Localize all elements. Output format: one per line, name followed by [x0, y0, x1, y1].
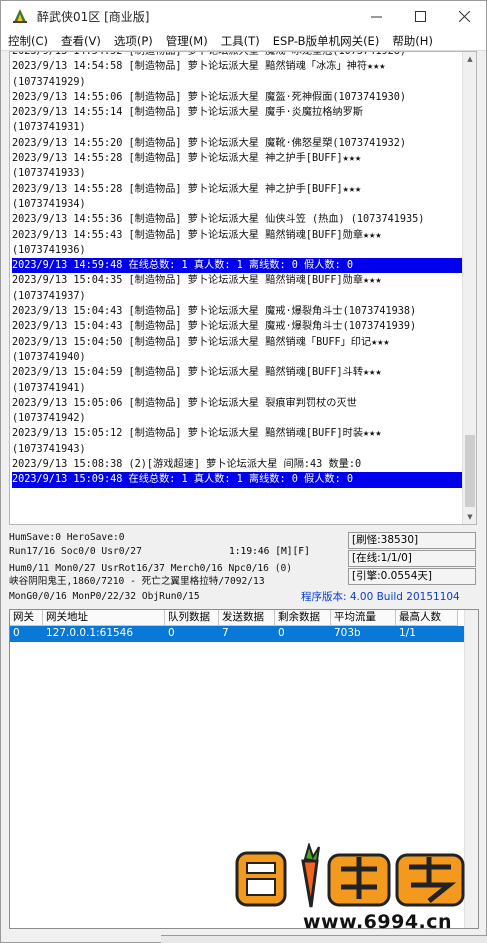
log-line[interactable]: 2023/9/13 15:04:35 [制造物品] 萝卜论坛派大星 黯然销魂[B… — [12, 273, 462, 288]
log-line[interactable]: (1073741931) — [12, 120, 462, 135]
log-line[interactable]: (1073741929) — [12, 75, 462, 90]
table-cell: 7 — [219, 626, 275, 642]
log-line-highlighted[interactable]: 2023/9/13 15:09:48 在线总数: 1 真人数: 1 离线数: 0… — [12, 472, 462, 488]
table-cell: 1/1 — [396, 626, 458, 642]
log-line[interactable]: 2023/9/13 14:55:28 [制造物品] 萝卜论坛派大星 神之护手[B… — [12, 151, 462, 166]
log-line[interactable]: 2023/9/13 14:55:28 [制造物品] 萝卜论坛派大星 神之护手[B… — [12, 182, 462, 197]
log-line[interactable]: 2023/9/13 14:55:20 [制造物品] 萝卜论坛派大星 魔靴·佛怒星… — [12, 136, 462, 151]
table-cell: 127.0.0.1:61546 — [43, 626, 165, 642]
log-lines: 2023/9/13 14:54:52 [制造物品] 萝卜论坛派大星 魔戒·冰龙皇… — [12, 52, 462, 488]
column-header[interactable]: 平均流量 — [331, 610, 396, 626]
log-line[interactable]: 2023/9/13 15:04:43 [制造物品] 萝卜论坛派大星 魔戒·爆裂角… — [12, 304, 462, 319]
column-header[interactable]: 网关 — [10, 610, 43, 626]
log-line[interactable]: 2023/9/13 15:04:43 [制造物品] 萝卜论坛派大星 魔戒·爆裂角… — [12, 319, 462, 334]
menu-view[interactable]: 查看(V) — [54, 33, 107, 49]
log-line-highlighted[interactable]: 2023/9/13 14:59:48 在线总数: 1 真人数: 1 离线数: 0… — [12, 258, 462, 274]
uptime-readout: 1:19:46 [M][F] — [229, 546, 310, 557]
log-line[interactable]: 2023/9/13 14:55:06 [制造物品] 萝卜论坛派大星 魔盔·死神假… — [12, 90, 462, 105]
log-line[interactable]: 2023/9/13 15:05:06 [制造物品] 萝卜论坛派大星 裂痕审判罚杖… — [12, 396, 462, 411]
log-line[interactable]: 2023/9/13 15:04:59 [制造物品] 萝卜论坛派大星 黯然销魂[B… — [12, 365, 462, 380]
log-line[interactable]: (1073741941) — [12, 381, 462, 396]
app-window: 醉武侠01区 [商业版] 控制(C) 查看(V) 选项(P) 管理(M) 工具(… — [0, 0, 487, 943]
log-line[interactable]: (1073741942) — [12, 411, 462, 426]
table-header: 网关 网关地址 队列数据 发送数据 剩余数据 平均流量 最高人数 — [10, 610, 478, 626]
online-count-box: [在线:1/1/0] — [348, 550, 476, 567]
table-cell: 0 — [165, 626, 219, 642]
log-panel[interactable]: 2023/9/13 14:54:52 [制造物品] 萝卜论坛派大星 魔戒·冰龙皇… — [9, 51, 477, 525]
scroll-down-icon[interactable]: ▼ — [463, 510, 476, 524]
scroll-up-icon[interactable]: ▲ — [463, 52, 476, 66]
menu-control[interactable]: 控制(C) — [1, 33, 54, 49]
table-cell: 0 — [10, 626, 43, 642]
log-line[interactable]: 2023/9/13 14:54:52 [制造物品] 萝卜论坛派大星 魔戒·冰龙皇… — [12, 52, 462, 59]
column-header[interactable]: 发送数据 — [219, 610, 275, 626]
log-scroll-thumb[interactable] — [465, 435, 475, 507]
column-header[interactable]: 剩余数据 — [275, 610, 331, 626]
table-row[interactable]: 0 127.0.0.1:61546 0 7 0 703b 1/1 — [10, 626, 478, 642]
maximize-icon[interactable] — [398, 1, 442, 31]
app-icon — [13, 9, 27, 23]
watermark-url: www.6994.cn — [303, 911, 453, 933]
log-line[interactable]: 2023/9/13 14:54:58 [制造物品] 萝卜论坛派大星 黯然销魂「冰… — [12, 59, 462, 74]
log-line[interactable]: 2023/9/13 15:05:12 [制造物品] 萝卜论坛派大星 黯然销魂[B… — [12, 426, 462, 441]
log-line[interactable]: 2023/9/13 14:55:43 [制造物品] 萝卜论坛派大星 黯然销魂[B… — [12, 228, 462, 243]
save-status: HumSave:0 HeroSave:0 — [9, 532, 125, 543]
column-header[interactable]: 网关地址 — [43, 610, 165, 626]
minimize-icon[interactable] — [354, 1, 398, 31]
menu-gateway[interactable]: ESP-B版单机网关(E) — [266, 33, 386, 49]
watermark-logo: www.6994.cn — [233, 841, 473, 939]
status-panel: HumSave:0 HeroSave:0 Run17/16 Soc0/0 Usr… — [9, 528, 479, 608]
log-line[interactable]: (1073741940) — [12, 350, 462, 365]
log-line[interactable]: (1073741936) — [12, 243, 462, 258]
thread-status: Hum0/11 Mon0/27 UsrRot16/37 Merch0/16 Np… — [9, 563, 293, 574]
menu-options[interactable]: 选项(P) — [107, 33, 159, 49]
menu-bar: 控制(C) 查看(V) 选项(P) 管理(M) 工具(T) ESP-B版单机网关… — [1, 31, 486, 51]
menu-manage[interactable]: 管理(M) — [159, 33, 214, 49]
window-title: 醉武侠01区 [商业版] — [37, 9, 150, 24]
column-header[interactable]: 队列数据 — [165, 610, 219, 626]
monster-group-status: MonG0/0/16 MonP0/22/32 ObjRun0/15 — [9, 591, 200, 602]
menu-tools[interactable]: 工具(T) — [214, 33, 266, 49]
version-label: 程序版本: 4.00 Build 20151104 — [301, 591, 460, 603]
column-header[interactable]: 最高人数 — [396, 610, 458, 626]
log-line[interactable]: 2023/9/13 15:04:50 [制造物品] 萝卜论坛派大星 黯然销魂「B… — [12, 335, 462, 350]
title-bar[interactable]: 醉武侠01区 [商业版] — [1, 1, 486, 31]
monster-status: 峡谷阴阳鬼王,1860/7210 - 死亡之翼里格拉特/7092/13 — [9, 576, 265, 587]
spawn-count-box: [刷怪:38530] — [348, 532, 476, 549]
log-line[interactable]: (1073741943) — [12, 442, 462, 457]
run-status: Run17/16 Soc0/0 Usr0/27 — [9, 546, 142, 557]
log-line[interactable]: (1073741937) — [12, 289, 462, 304]
engine-uptime-box: [引擎:0.0554天] — [348, 568, 476, 585]
table-cell: 0 — [275, 626, 331, 642]
log-line[interactable]: 2023/9/13 15:08:38 (2)[游戏超速] 萝卜论坛派大星 间隔:… — [12, 457, 462, 472]
close-icon[interactable] — [442, 1, 486, 31]
log-line[interactable]: 2023/9/13 14:55:14 [制造物品] 萝卜论坛派大星 魔手·炎魔拉… — [12, 105, 462, 120]
log-line[interactable]: 2023/9/13 14:55:36 [制造物品] 萝卜论坛派大星 仙侠斗笠 (… — [12, 212, 462, 227]
log-line[interactable]: (1073741934) — [12, 197, 462, 212]
carrot-logo-icon — [235, 841, 465, 908]
log-line[interactable]: (1073741933) — [12, 166, 462, 181]
table-cell: 703b — [331, 626, 396, 642]
menu-help[interactable]: 帮助(H) — [385, 33, 439, 49]
log-scrollbar[interactable]: ▲ ▼ — [462, 52, 476, 524]
